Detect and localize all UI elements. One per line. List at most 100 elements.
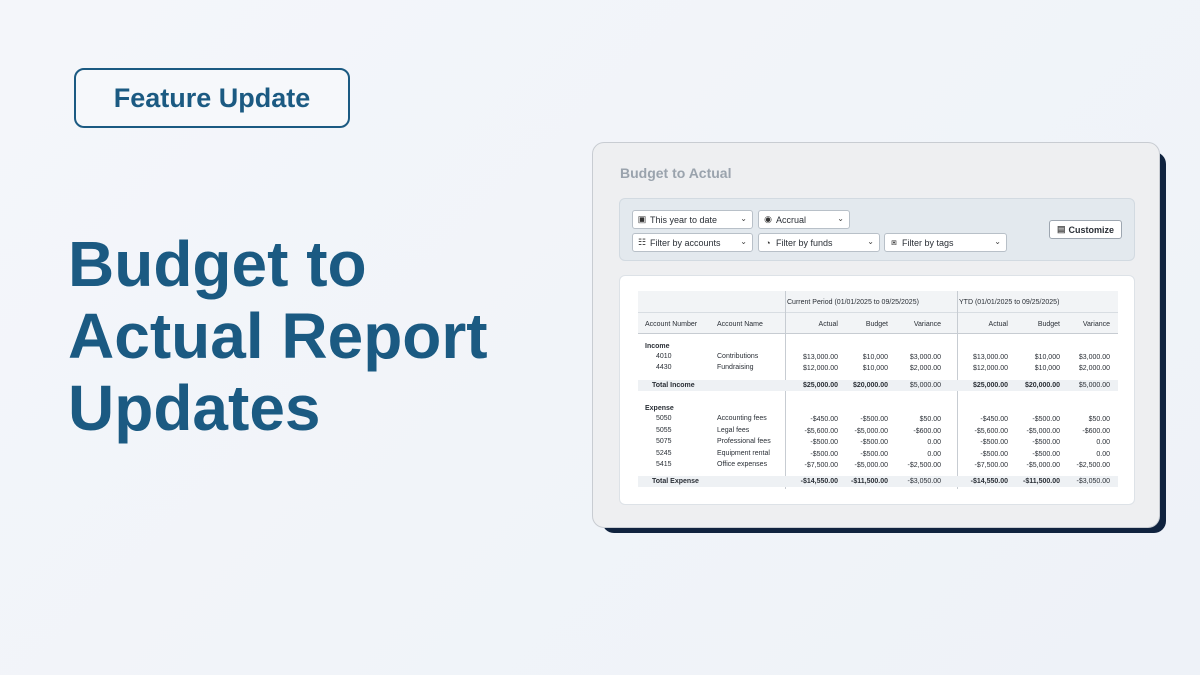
cell-value: $50.00	[919, 416, 941, 423]
customize-label: Customize	[1068, 224, 1115, 235]
basis-select[interactable]: ◉ Accrual ⌄	[758, 210, 850, 229]
cell-value: 0.00	[927, 439, 941, 447]
cell-value: -$500.00	[860, 439, 888, 447]
filter-panel: ▣ This year to date ⌄ ◉ Accrual ⌄ ☷ Filt…	[619, 198, 1135, 261]
account-name: Equipment rental	[717, 449, 770, 457]
accounts-filter-select[interactable]: ☷ Filter by accounts ⌄	[632, 233, 753, 252]
total-value: -$11,500.00	[851, 478, 888, 485]
col-account-name: Account Name	[717, 321, 763, 328]
account-number: 5050	[656, 415, 672, 422]
total-label: Total Expense	[652, 478, 699, 485]
cell-value: $12,000.00	[802, 365, 838, 372]
cell-value: -$500.00	[980, 439, 1008, 447]
section-label: Income	[645, 343, 670, 350]
cell-value: $10,000	[1034, 354, 1060, 361]
cell-value: -$500.00	[860, 450, 888, 458]
customize-button[interactable]: ▤ Customize	[1049, 220, 1122, 239]
report-window: Budget to Actual ▣ This year to date ⌄ ◉…	[592, 142, 1160, 528]
cell-value: 0.00	[1096, 439, 1110, 447]
section-label: Expense	[645, 405, 674, 412]
cell-value: -$2,500.00	[1076, 462, 1110, 470]
account-name: Legal fees	[717, 426, 750, 434]
date-range-select[interactable]: ▣ This year to date ⌄	[632, 210, 753, 229]
chevron-down-icon: ⌄	[994, 237, 1001, 246]
total-value: $20,000.00	[1024, 382, 1060, 389]
col-ytd-budget: Budget	[1037, 321, 1060, 328]
funds-filter-select[interactable]: ◔ Filter by funds ⌄	[758, 233, 880, 252]
cell-value: -$5,600.00	[804, 427, 838, 435]
cell-value: -$5,600.00	[974, 427, 1008, 435]
account-name: Professional fees	[717, 438, 771, 446]
tag-icon: ⧆	[891, 237, 897, 247]
cell-value: $10,000	[862, 365, 888, 372]
coin-icon: ◉	[764, 214, 772, 224]
cell-value: $12,000.00	[972, 365, 1008, 372]
basis-value: Accrual	[776, 214, 807, 225]
total-value: $5,000.00	[1078, 382, 1110, 389]
col-account-number: Account Number	[645, 321, 698, 328]
feature-update-badge: Feature Update	[74, 68, 350, 128]
chevron-down-icon: ⌄	[867, 237, 874, 246]
cell-value: 0.00	[1096, 450, 1110, 458]
calendar-icon: ▣	[637, 214, 647, 224]
total-value: -$14,550.00	[970, 478, 1008, 485]
columns-icon: ▤	[1056, 224, 1066, 234]
cell-value: -$500.00	[860, 416, 888, 423]
accounts-filter-value: Filter by accounts	[650, 237, 721, 248]
total-value: -$14,550.00	[800, 478, 838, 485]
total-value: -$3,050.00	[1076, 478, 1110, 485]
total-label: Total Income	[652, 382, 695, 389]
headline: Budget to Actual Report Updates	[68, 228, 568, 444]
cell-value: -$500.00	[1032, 416, 1060, 423]
cell-value: -$5,000.00	[1026, 462, 1060, 470]
window-title: Budget to Actual	[620, 165, 732, 181]
tags-filter-select[interactable]: ⧆ Filter by tags ⌄	[884, 233, 1007, 252]
group-header-ytd: YTD (01/01/2025 to 09/25/2025)	[959, 299, 1060, 306]
pie-chart-icon: ◔	[765, 237, 771, 248]
account-number: 4430	[656, 364, 672, 371]
headline-line-3: Updates	[68, 372, 321, 444]
col-ytd-variance: Variance	[1082, 321, 1110, 328]
group-header-current: Current Period (01/01/2025 to 09/25/2025…	[787, 299, 919, 306]
cell-value: -$500.00	[980, 450, 1008, 458]
account-name: Office expenses	[717, 461, 768, 469]
col-ytd-actual: Actual	[988, 321, 1008, 328]
account-name: Accounting fees	[717, 415, 767, 422]
col-actual: Actual	[818, 321, 838, 328]
cell-value: $3,000.00	[909, 354, 941, 361]
account-number: 5055	[656, 426, 672, 434]
bank-icon: ☷	[637, 237, 647, 247]
total-value: $25,000.00	[802, 382, 838, 389]
report-table-card: Current Period (01/01/2025 to 09/25/2025…	[619, 275, 1135, 505]
account-number: 4010	[656, 353, 672, 360]
total-value: $20,000.00	[852, 382, 888, 389]
cell-value: -$5,000.00	[854, 462, 888, 470]
account-number: 5075	[656, 438, 672, 446]
cell-value: $2,000.00	[909, 365, 941, 372]
headline-line-2: Actual Report	[68, 300, 488, 372]
cell-value: -$500.00	[1032, 439, 1060, 447]
account-number: 5245	[656, 449, 672, 457]
cell-value: -$450.00	[980, 416, 1008, 423]
cell-value: -$600.00	[1082, 427, 1110, 435]
cell-value: $13,000.00	[802, 354, 838, 361]
cell-value: $10,000	[862, 354, 888, 361]
cell-value: -$5,000.00	[854, 427, 888, 435]
cell-value: -$7,500.00	[974, 462, 1008, 470]
cell-value: -$2,500.00	[907, 462, 941, 470]
cell-value: -$7,500.00	[804, 462, 838, 470]
cell-value: 0.00	[927, 450, 941, 458]
funds-filter-value: Filter by funds	[776, 237, 833, 248]
cell-value: -$450.00	[810, 416, 838, 423]
cell-value: -$500.00	[810, 439, 838, 447]
cell-value: -$500.00	[1032, 450, 1060, 458]
account-number: 5415	[656, 461, 672, 469]
cell-value: $50.00	[1088, 416, 1110, 423]
header-divider	[638, 312, 1118, 313]
total-value: $25,000.00	[972, 382, 1008, 389]
account-name: Contributions	[717, 353, 759, 360]
headline-line-1: Budget to	[68, 228, 367, 300]
cell-value: -$600.00	[913, 427, 941, 435]
chevron-down-icon: ⌄	[740, 237, 747, 246]
account-name: Fundraising	[717, 364, 754, 371]
